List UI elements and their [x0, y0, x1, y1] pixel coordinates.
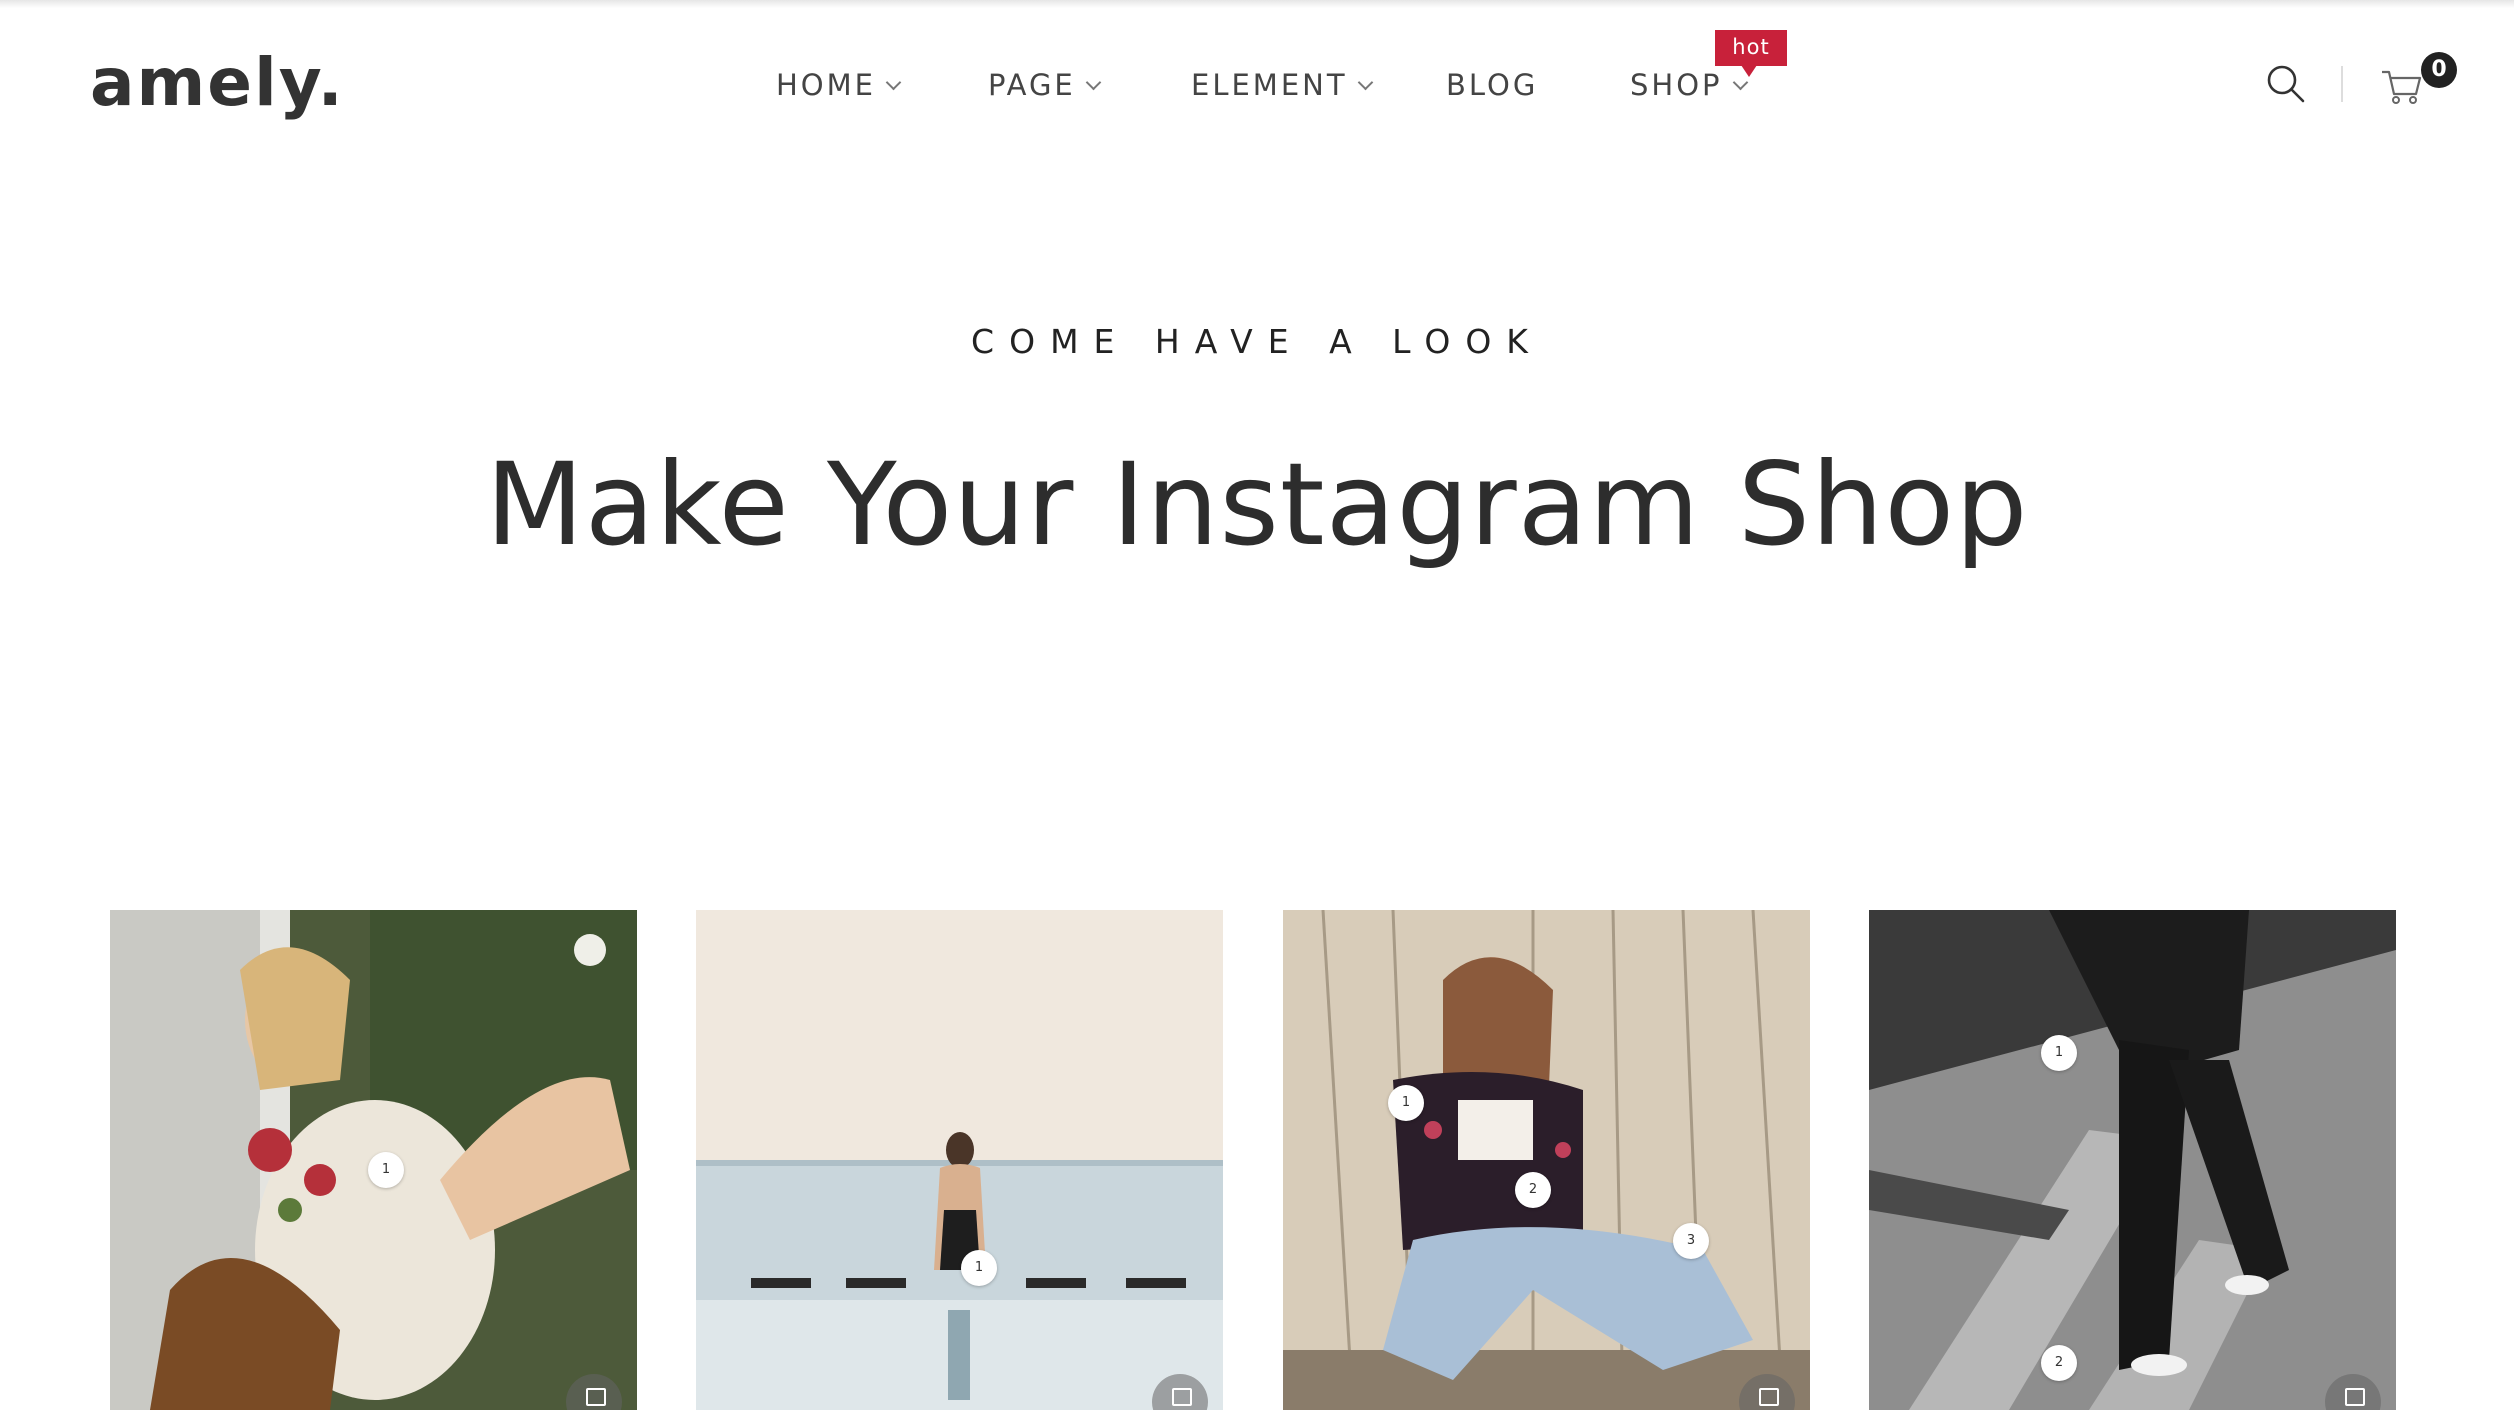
cart-button[interactable]	[2380, 66, 2424, 106]
nav-item-label: PAGE	[988, 68, 1076, 102]
gallery-tile[interactable]: 1 2	[1869, 910, 2396, 1410]
header-divider	[2341, 66, 2343, 102]
nav-item-label: HOME	[776, 68, 876, 102]
nav-item-blog[interactable]: BLOG	[1446, 68, 1538, 102]
nav-item-label: BLOG	[1446, 68, 1539, 102]
search-button[interactable]	[2264, 62, 2308, 106]
gallery-photo	[1869, 910, 2396, 1410]
hotspot-marker[interactable]: 3	[1673, 1223, 1709, 1259]
nav-item-home[interactable]: HOME	[776, 68, 902, 102]
gallery-tile[interactable]: 1	[696, 910, 1223, 1410]
main-nav: HOME PAGE ELEMENT BLOG SHOP	[0, 68, 2514, 116]
hotspot-marker[interactable]: 1	[2041, 1035, 2077, 1071]
hotspot-marker[interactable]: 1	[368, 1152, 404, 1188]
cart-count-badge: 0	[2421, 52, 2457, 88]
hotspot-marker[interactable]: 1	[1388, 1085, 1424, 1121]
gallery-photo	[696, 910, 1223, 1410]
gallery-tile[interactable]: 1 2 3	[1283, 910, 1810, 1410]
hero-eyebrow: COME HAVE A LOOK	[971, 322, 1543, 361]
hotspot-marker[interactable]: 1	[961, 1250, 997, 1286]
gallery-photo	[1283, 910, 1810, 1410]
nav-item-page[interactable]: PAGE	[988, 68, 1102, 102]
nav-item-label: ELEMENT	[1191, 68, 1348, 102]
nav-item-label: SHOP	[1630, 68, 1723, 102]
chevron-down-icon	[1085, 74, 1102, 90]
hotspot-marker[interactable]: 2	[2041, 1345, 2077, 1381]
cart-icon	[2382, 70, 2422, 104]
chevron-down-icon	[1357, 74, 1373, 90]
hero-title: Make Your Instagram Shop	[485, 438, 2029, 571]
nav-item-shop[interactable]: SHOP	[1630, 68, 1748, 102]
search-icon	[2267, 65, 2305, 103]
hot-badge: hot	[1715, 30, 1787, 77]
header-shadow	[0, 0, 2514, 8]
chevron-down-icon	[885, 74, 902, 90]
nav-item-element[interactable]: ELEMENT	[1191, 68, 1373, 102]
gallery-tile[interactable]: 1	[110, 910, 637, 1410]
hotspot-marker[interactable]: 2	[1515, 1172, 1551, 1208]
